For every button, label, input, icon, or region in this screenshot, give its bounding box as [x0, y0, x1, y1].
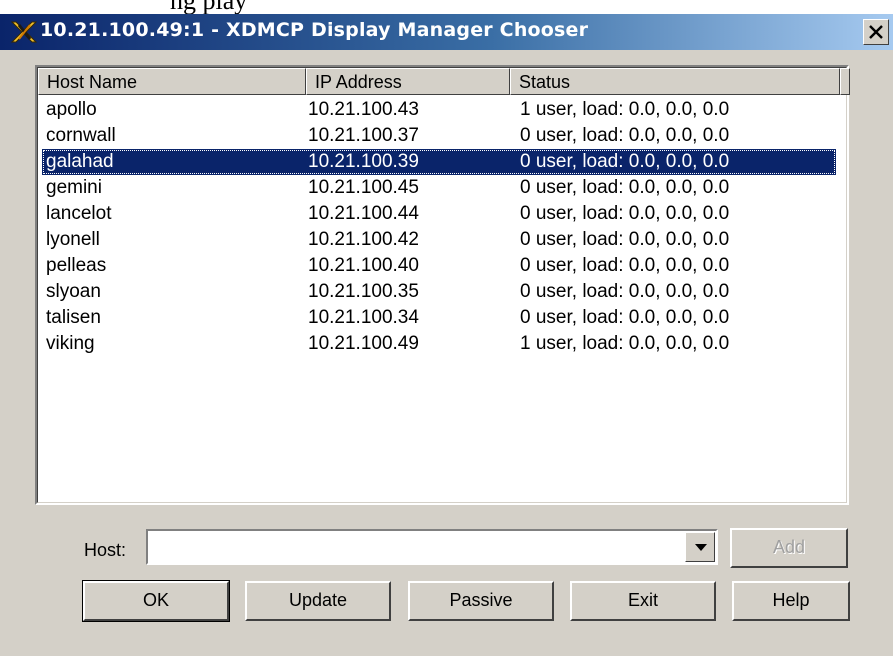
chevron-down-icon [695, 544, 707, 551]
ip-address-cell: 10.21.100.35 [308, 281, 419, 302]
host-list-inner: Host Name IP Address Status apollo 10.21.… [37, 67, 850, 503]
ip-address-cell: 10.21.100.37 [308, 125, 419, 146]
status-cell: 0 user, load: 0.0, 0.0, 0.0 [520, 151, 730, 172]
passive-button[interactable]: Passive [408, 581, 554, 621]
ip-address-cell: 10.21.100.43 [308, 99, 419, 120]
table-row[interactable]: talisen 10.21.100.34 0 user, load: 0.0, 0.… [42, 305, 836, 331]
table-row[interactable]: apollo 10.21.100.43 1 user, load: 0.0, 0.0… [42, 97, 836, 123]
status-cell: 0 user, load: 0.0, 0.0, 0.0 [520, 125, 730, 146]
ip-address-cell: 10.21.100.39 [308, 151, 419, 172]
host-name-cell: slyoan [46, 281, 101, 302]
host-name-cell: galahad [46, 151, 114, 172]
host-name-cell: viking [46, 333, 95, 354]
table-row[interactable]: cornwall 10.21.100.37 0 user, load: 0.0, 0… [42, 123, 836, 149]
ip-address-cell: 10.21.100.49 [308, 333, 419, 354]
host-name-cell: pelleas [46, 255, 107, 276]
table-row[interactable]: pelleas 10.21.100.40 0 user, load: 0.0, 0.… [42, 253, 836, 279]
status-cell: 0 user, load: 0.0, 0.0, 0.0 [520, 255, 730, 276]
status-cell: 1 user, load: 0.0, 0.0, 0.0 [520, 99, 730, 120]
title-bar[interactable]: 10.21.100.49:1 - XDMCP Display Manager C… [0, 14, 893, 50]
table-row[interactable]: lancelot 10.21.100.44 0 user, load: 0.0, 0… [42, 201, 836, 227]
status-cell: 0 user, load: 0.0, 0.0, 0.0 [520, 229, 730, 250]
update-button[interactable]: Update [245, 581, 391, 621]
host-label: Host: [84, 540, 126, 561]
host-name-cell: gemini [46, 177, 102, 198]
host-name-cell: talisen [46, 307, 101, 328]
host-combobox[interactable] [146, 529, 718, 565]
table-row[interactable]: gemini 10.21.100.45 0 user, load: 0.0, 0.0… [42, 175, 836, 201]
host-list[interactable]: Host Name IP Address Status apollo 10.21.… [35, 65, 850, 505]
column-header-ip-address[interactable]: IP Address [306, 68, 510, 95]
host-name-cell: lancelot [46, 203, 112, 224]
host-input[interactable] [150, 533, 688, 561]
status-cell: 0 user, load: 0.0, 0.0, 0.0 [520, 307, 730, 328]
chooser-window: 10.21.100.49:1 - XDMCP Display Manager C… [0, 14, 893, 656]
status-cell: 0 user, load: 0.0, 0.0, 0.0 [520, 177, 730, 198]
window-title: 10.21.100.49:1 - XDMCP Display Manager C… [40, 19, 589, 41]
host-dropdown-button[interactable] [685, 532, 715, 562]
host-label-text: Host: [84, 540, 127, 560]
table-row[interactable]: lyonell 10.21.100.42 0 user, load: 0.0, 0.… [42, 227, 836, 253]
status-cell: 1 user, load: 0.0, 0.0, 0.0 [520, 333, 730, 354]
column-header-status[interactable]: Status [510, 68, 840, 95]
ip-address-cell: 10.21.100.40 [308, 255, 419, 276]
host-name-cell: lyonell [46, 229, 100, 250]
host-name-cell: apollo [46, 99, 97, 120]
status-cell: 0 user, load: 0.0, 0.0, 0.0 [520, 203, 730, 224]
column-header-filler [840, 68, 850, 95]
table-row[interactable]: galahad 10.21.100.39 0 user, load: 0.0, 0.… [42, 149, 836, 175]
close-icon [869, 25, 883, 39]
ip-address-cell: 10.21.100.34 [308, 307, 419, 328]
close-button[interactable] [863, 19, 889, 45]
add-button[interactable]: Add [730, 528, 848, 568]
ip-address-cell: 10.21.100.45 [308, 177, 419, 198]
status-cell: 0 user, load: 0.0, 0.0, 0.0 [520, 281, 730, 302]
help-button[interactable]: Help [732, 581, 850, 621]
table-row[interactable]: viking 10.21.100.49 1 user, load: 0.0, 0.0… [42, 331, 836, 357]
ok-button[interactable]: OK [82, 580, 230, 622]
xming-x-icon [10, 19, 38, 45]
exit-button[interactable]: Exit [570, 581, 716, 621]
list-header: Host Name IP Address Status [38, 68, 850, 95]
ip-address-cell: 10.21.100.42 [308, 229, 419, 250]
column-header-host-name[interactable]: Host Name [38, 68, 306, 95]
ip-address-cell: 10.21.100.44 [308, 203, 419, 224]
host-name-cell: cornwall [46, 125, 116, 146]
table-row[interactable]: slyoan 10.21.100.35 0 user, load: 0.0, 0.0… [42, 279, 836, 305]
